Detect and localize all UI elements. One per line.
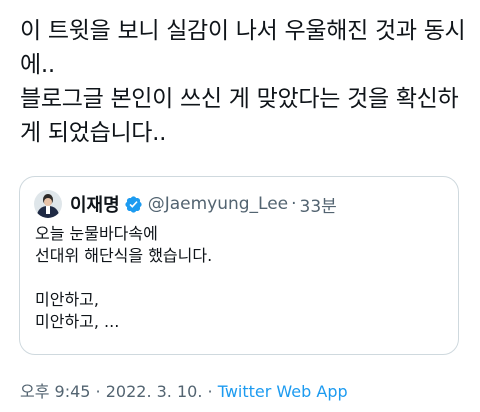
separator-dot: · <box>291 194 297 214</box>
tweet-date[interactable]: 2022. 3. 10. <box>106 382 203 401</box>
verified-badge-icon <box>124 195 143 214</box>
avatar[interactable] <box>34 190 62 218</box>
quoted-tweet-body: 오늘 눈물바다속에 선대위 해단식을 했습니다. 미안하고, 미안하고, ... <box>35 224 213 331</box>
separator-dot: · <box>90 382 106 401</box>
tweet-time[interactable]: 오후 9:45 <box>20 382 90 401</box>
quoted-tweet-header: 이재명 @Jaemyung_Lee · 33분 <box>34 190 337 218</box>
tweet-metadata: 오후 9:45 · 2022. 3. 10. · Twitter Web App <box>20 378 348 402</box>
quoted-author-name[interactable]: 이재명 <box>70 191 120 217</box>
separator-dot: · <box>202 382 218 401</box>
quoted-tweet-card[interactable]: 이재명 @Jaemyung_Lee · 33분 오늘 눈물바다속에 선대위 해단… <box>19 176 459 355</box>
quoted-author-handle[interactable]: @Jaemyung_Lee <box>148 194 288 214</box>
tweet-source-link[interactable]: Twitter Web App <box>218 382 348 401</box>
quoted-tweet-time[interactable]: 33분 <box>300 192 337 217</box>
tweet-text: 이 트윗을 보니 실감이 나서 우울해진 것과 동시에.. 블로그글 본인이 쓰… <box>20 18 466 146</box>
